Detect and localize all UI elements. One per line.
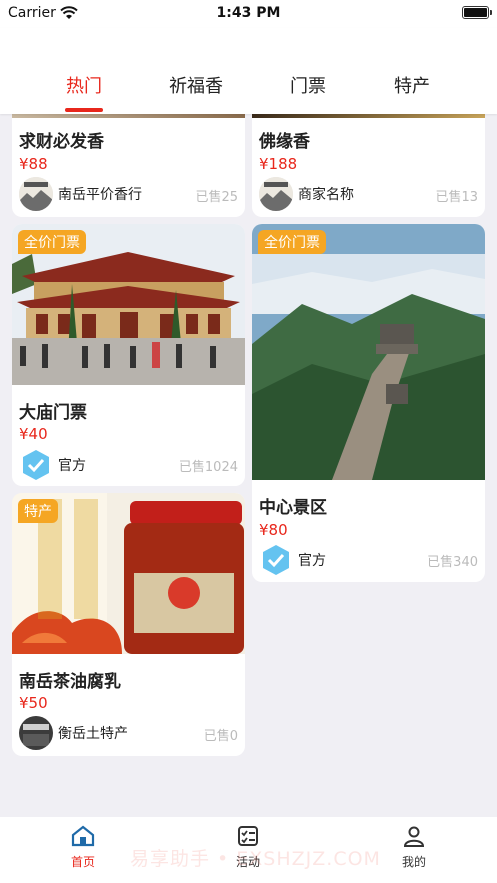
product-card[interactable]: 全价门票 大庙门票 ¥40 官方 已售1024 bbox=[12, 224, 245, 486]
scenic-image: 全价门票 bbox=[252, 224, 485, 480]
ticket-badge: 全价门票 bbox=[258, 230, 326, 254]
sold-count: 已售0 bbox=[203, 729, 238, 744]
sold-count: 已售13 bbox=[435, 190, 478, 205]
product-title: 南岳茶油腐乳 bbox=[19, 672, 121, 692]
sold-count: 已售25 bbox=[195, 190, 238, 205]
tofu-image: 特产 bbox=[12, 493, 245, 654]
seller-info[interactable]: 衡岳土特产 bbox=[19, 716, 128, 750]
product-title: 大庙门票 bbox=[19, 403, 87, 423]
seller-info[interactable]: 官方 bbox=[259, 543, 326, 577]
product-title: 佛缘香 bbox=[259, 132, 310, 152]
person-icon bbox=[403, 826, 425, 851]
product-price: ¥88 bbox=[19, 155, 48, 173]
verified-icon bbox=[19, 448, 53, 482]
tab-incense[interactable]: 祈福香 bbox=[141, 72, 251, 98]
product-price: ¥188 bbox=[259, 155, 298, 173]
seller-name: 商家名称 bbox=[298, 187, 354, 203]
active-tab-indicator bbox=[65, 108, 103, 112]
bottom-nav: 首页 活动 我的 易享助手 • EXSHZJZ.COM bbox=[0, 817, 497, 883]
seller-avatar bbox=[259, 177, 293, 211]
product-price: ¥50 bbox=[19, 694, 48, 712]
category-tabs: 热门 祈福香 门票 特产 bbox=[0, 28, 497, 114]
seller-info[interactable]: 商家名称 bbox=[259, 177, 354, 211]
seller-info[interactable]: 官方 bbox=[19, 448, 86, 482]
product-card[interactable]: 全价门票 中心景区 ¥80 官方 已售340 bbox=[252, 224, 485, 582]
seller-name: 官方 bbox=[58, 458, 86, 474]
tab-specialty[interactable]: 特产 bbox=[357, 72, 467, 98]
seller-avatar bbox=[19, 177, 53, 211]
specialty-badge: 特产 bbox=[18, 499, 58, 523]
seller-avatar bbox=[19, 716, 53, 750]
home-icon bbox=[71, 825, 95, 851]
product-card[interactable]: 特产 南岳茶油腐乳 ¥50 衡岳土特产 已售0 bbox=[12, 493, 245, 756]
clock: 1:43 PM bbox=[216, 5, 281, 21]
product-title: 求财必发香 bbox=[19, 132, 104, 152]
nav-home[interactable]: 首页 bbox=[33, 825, 133, 870]
tab-tickets[interactable]: 门票 bbox=[253, 72, 363, 98]
watermark: 易享助手 • EXSHZJZ.COM bbox=[130, 848, 381, 870]
verified-icon bbox=[259, 543, 293, 577]
battery-icon bbox=[462, 6, 492, 19]
seller-name: 官方 bbox=[298, 553, 326, 569]
product-price: ¥80 bbox=[259, 521, 288, 539]
seller-name: 衡岳土特产 bbox=[58, 726, 128, 742]
product-card[interactable]: 佛缘香 ¥188 商家名称 已售13 bbox=[252, 96, 485, 217]
tab-hot[interactable]: 热门 bbox=[29, 72, 139, 98]
sold-count: 已售340 bbox=[427, 555, 478, 570]
sold-count: 已售1024 bbox=[178, 460, 238, 475]
temple-image: 全价门票 bbox=[12, 224, 245, 385]
ticket-badge: 全价门票 bbox=[18, 230, 86, 254]
product-card[interactable]: 求财必发香 ¥88 南岳平价香行 已售25 bbox=[12, 96, 245, 217]
product-title: 中心景区 bbox=[259, 498, 327, 518]
seller-info[interactable]: 南岳平价香行 bbox=[19, 177, 142, 211]
seller-name: 南岳平价香行 bbox=[58, 187, 142, 203]
status-bar: Carrier 1:43 PM bbox=[0, 0, 497, 28]
nav-home-label: 首页 bbox=[70, 855, 95, 869]
product-price: ¥40 bbox=[19, 425, 48, 443]
